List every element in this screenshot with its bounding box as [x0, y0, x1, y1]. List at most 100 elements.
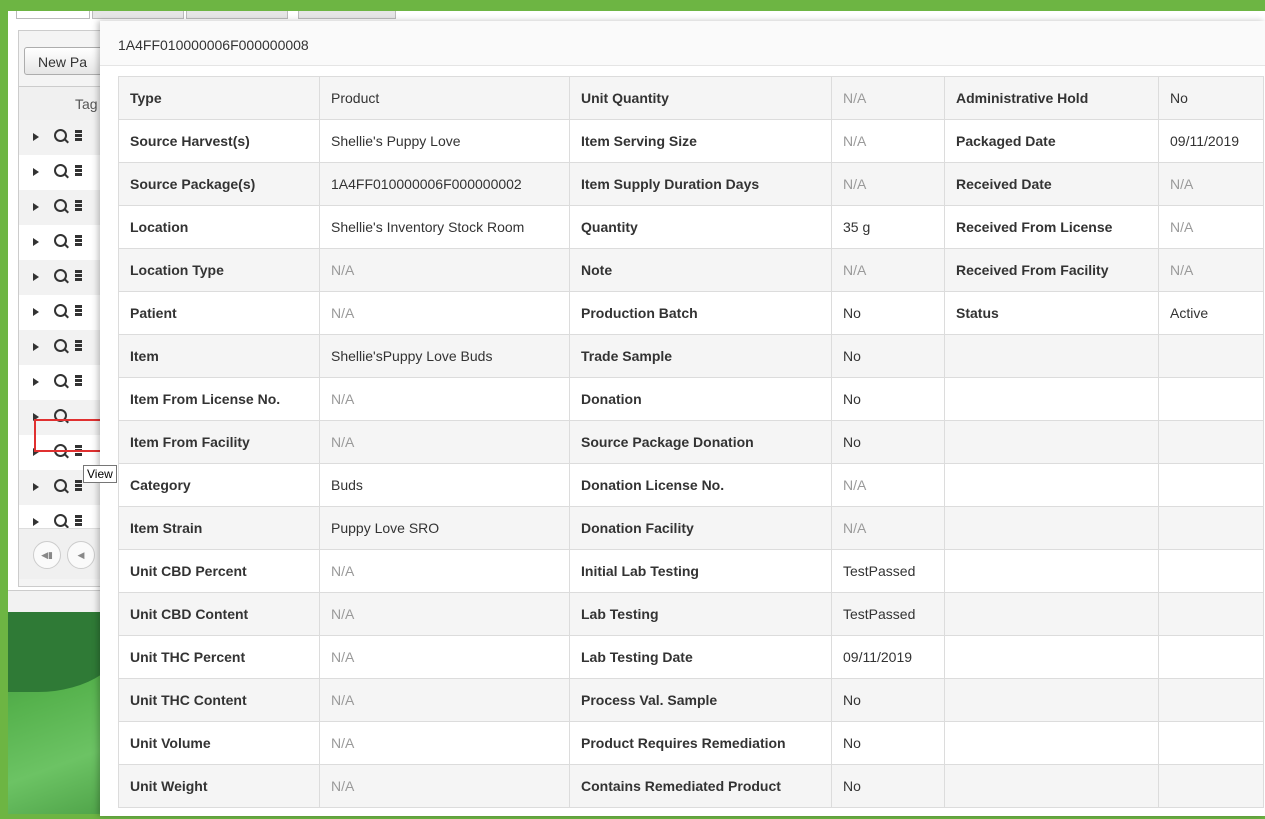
table-row: Patient N/A Production Batch No Status Active — [118, 291, 1264, 335]
field-label: Unit THC Percent — [118, 635, 320, 679]
field-label: Lab Testing — [569, 592, 832, 636]
field-value — [1158, 678, 1264, 722]
tab-on-hold[interactable] — [92, 11, 184, 19]
field-value: N/A — [1158, 205, 1264, 249]
field-value — [1158, 334, 1264, 378]
expand-arrow-icon[interactable] — [33, 343, 39, 351]
field-label — [944, 420, 1159, 464]
modal-header: 1A4FF010000006F000000008 — [100, 21, 1265, 66]
table-row: Item From License No. N/A Donation No — [118, 377, 1264, 421]
view-magnifier-icon[interactable] — [54, 199, 67, 212]
field-label — [944, 463, 1159, 507]
expand-arrow-icon[interactable] — [33, 203, 39, 211]
expand-arrow-icon[interactable] — [33, 378, 39, 386]
table-row: Item Shellie'sPuppy Love Buds Trade Sample… — [118, 334, 1264, 378]
tag-column-header[interactable]: Tag — [75, 96, 98, 112]
field-value — [1158, 549, 1264, 593]
field-label: Trade Sample — [569, 334, 832, 378]
field-label: Quantity — [569, 205, 832, 249]
field-label: Unit Weight — [118, 764, 320, 808]
field-value: N/A — [831, 162, 945, 206]
prev-page-icon[interactable]: ◀ — [67, 541, 95, 569]
field-value — [1158, 764, 1264, 808]
expand-arrow-icon[interactable] — [33, 273, 39, 281]
field-value: No — [831, 334, 945, 378]
field-value: No — [831, 678, 945, 722]
view-tooltip: View — [83, 465, 117, 483]
field-label — [944, 721, 1159, 765]
barcode-icon[interactable] — [75, 270, 82, 282]
expand-arrow-icon[interactable] — [33, 308, 39, 316]
expand-arrow-icon[interactable] — [33, 238, 39, 246]
field-label: Unit Quantity — [569, 76, 832, 120]
expand-arrow-icon[interactable] — [33, 168, 39, 176]
field-label: Source Package(s) — [118, 162, 320, 206]
barcode-icon[interactable] — [75, 480, 82, 492]
field-value: N/A — [1158, 248, 1264, 292]
table-row: Unit CBD Percent N/A Initial Lab Testing Te… — [118, 549, 1264, 593]
barcode-icon[interactable] — [75, 305, 82, 317]
package-details-table: Type Product Unit Quantity N/A Administrativ… — [118, 76, 1264, 808]
barcode-icon[interactable] — [75, 165, 82, 177]
field-label: Item — [118, 334, 320, 378]
tab-active[interactable] — [16, 11, 90, 19]
view-magnifier-icon[interactable] — [54, 374, 67, 387]
barcode-icon[interactable] — [75, 340, 82, 352]
view-magnifier-icon[interactable] — [54, 514, 67, 527]
field-label: Location — [118, 205, 320, 249]
field-label: Item Strain — [118, 506, 320, 550]
field-value: Active — [1158, 291, 1264, 335]
expand-arrow-icon[interactable] — [33, 518, 39, 526]
field-label: Item From License No. — [118, 377, 320, 421]
view-magnifier-icon[interactable] — [54, 304, 67, 317]
field-value — [1158, 635, 1264, 679]
field-value: 1A4FF010000006F000000002 — [319, 162, 570, 206]
barcode-icon[interactable] — [75, 235, 82, 247]
view-magnifier-icon[interactable] — [54, 479, 67, 492]
field-label: Item Supply Duration Days — [569, 162, 832, 206]
field-value: N/A — [319, 592, 570, 636]
tab-in-transit[interactable] — [298, 11, 396, 19]
highlight-annotation-box — [34, 419, 109, 452]
field-value: N/A — [319, 420, 570, 464]
field-value: Shellie's Inventory Stock Room — [319, 205, 570, 249]
screenshot-frame-top — [0, 0, 1265, 11]
field-value: 35 g — [831, 205, 945, 249]
first-page-icon[interactable]: ◀▮ — [33, 541, 61, 569]
table-row: Category Buds Donation License No. N/A — [118, 463, 1264, 507]
field-label — [944, 678, 1159, 722]
view-magnifier-icon[interactable] — [54, 269, 67, 282]
table-row: Unit Volume N/A Product Requires Remediati… — [118, 721, 1264, 765]
package-details-modal: 1A4FF010000006F000000008 Type Product Unit… — [100, 21, 1265, 816]
field-label — [944, 764, 1159, 808]
view-magnifier-icon[interactable] — [54, 339, 67, 352]
field-label: Unit CBD Content — [118, 592, 320, 636]
field-label — [944, 377, 1159, 421]
table-row: Item From Facility N/A Source Package Dona… — [118, 420, 1264, 464]
field-label: Category — [118, 463, 320, 507]
field-value: No — [831, 721, 945, 765]
tab-inactive[interactable] — [186, 11, 288, 19]
table-row: Unit THC Percent N/A Lab Testing Date 09/11… — [118, 635, 1264, 679]
field-label: Status — [944, 291, 1159, 335]
expand-arrow-icon[interactable] — [33, 483, 39, 491]
screenshot-frame-left — [0, 0, 8, 819]
expand-arrow-icon[interactable] — [33, 133, 39, 141]
field-label: Donation License No. — [569, 463, 832, 507]
barcode-icon[interactable] — [75, 130, 82, 142]
barcode-icon[interactable] — [75, 200, 82, 212]
field-label: Source Package Donation — [569, 420, 832, 464]
field-value: Shellie'sPuppy Love Buds — [319, 334, 570, 378]
new-packages-button[interactable]: New Pa — [24, 47, 104, 75]
field-value: N/A — [831, 506, 945, 550]
barcode-icon[interactable] — [75, 375, 82, 387]
field-label: Initial Lab Testing — [569, 549, 832, 593]
view-magnifier-icon[interactable] — [54, 129, 67, 142]
view-magnifier-icon[interactable] — [54, 164, 67, 177]
field-value — [1158, 721, 1264, 765]
view-magnifier-icon[interactable] — [54, 234, 67, 247]
field-value: 09/11/2019 — [831, 635, 945, 679]
barcode-icon[interactable] — [75, 515, 82, 527]
field-value — [1158, 377, 1264, 421]
field-value: Puppy Love SRO — [319, 506, 570, 550]
